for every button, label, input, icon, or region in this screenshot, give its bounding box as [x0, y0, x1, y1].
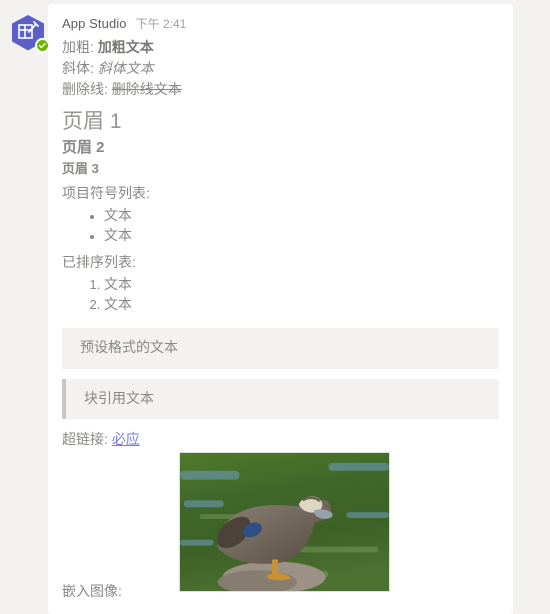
bullet-list-label: 项目符号列表:	[62, 185, 150, 202]
embedded-image-row: 嵌入图像:	[62, 452, 499, 602]
sender-name: App Studio	[62, 16, 127, 31]
heading-level-3: 页眉 3	[62, 160, 99, 176]
list-item: 文本	[104, 295, 499, 314]
blockquote-block: 块引用文本	[62, 378, 499, 420]
italic-sample-line: 斜体: 斜体文本	[62, 59, 499, 79]
avatar[interactable]	[10, 14, 50, 54]
list-item: 文本	[104, 206, 499, 225]
message-timestamp: 下午 2:41	[135, 17, 187, 31]
italic-sample-value: 斜体文本	[97, 59, 154, 76]
preformatted-block: 预设格式的文本	[62, 327, 499, 369]
list-item: 文本	[104, 226, 499, 245]
heading-level-1: 页眉 1	[62, 109, 122, 133]
hyperlink-bing[interactable]: 必应	[112, 431, 140, 447]
ordered-list: 文本 文本	[62, 275, 499, 314]
strikethrough-sample-line: 删除线: 删除线文本	[62, 80, 499, 100]
message-header: App Studio 下午 2:41	[62, 15, 499, 32]
strikethrough-sample-label: 删除线:	[62, 80, 108, 97]
message-body: 加粗: 加粗文本 斜体: 斜体文本 删除线: 删除线文本 页眉 1 页眉 2 页…	[62, 38, 499, 602]
bullet-list: 文本 文本	[62, 206, 499, 245]
heading-level-2: 页眉 2	[62, 138, 105, 156]
list-item: 文本	[104, 275, 499, 294]
italic-sample-label: 斜体:	[62, 59, 94, 76]
message-card[interactable]: App Studio 下午 2:41 加粗: 加粗文本 斜体: 斜体文本 删除线…	[48, 4, 513, 614]
hyperlink-label: 超链接:	[62, 431, 108, 448]
embedded-image-label: 嵌入图像:	[62, 583, 122, 600]
ordered-list-label: 已排序列表:	[62, 254, 136, 271]
strikethrough-sample-value: 删除线文本	[111, 80, 182, 97]
duck-photo-illustration	[180, 453, 389, 592]
bold-sample-label: 加粗:	[62, 39, 94, 55]
bold-sample-line: 加粗: 加粗文本	[62, 38, 499, 58]
hyperlink-line: 超链接: 必应	[62, 430, 499, 450]
bold-sample-value: 加粗文本	[97, 39, 154, 55]
embedded-image[interactable]	[179, 452, 390, 593]
